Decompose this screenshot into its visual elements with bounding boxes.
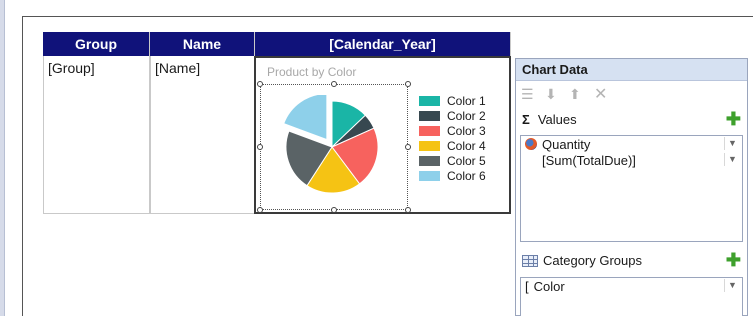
chart-cell[interactable]: Product by Color Color 1 Color 2 Color 3 Co… [254,56,511,214]
legend-label: Color 6 [447,168,486,183]
legend-swatch [419,125,440,136]
values-label: Values [537,112,577,127]
chevron-down-icon[interactable]: ▼ [724,137,740,150]
value-field-label: Quantity [542,136,591,152]
legend-label: Color 2 [447,108,486,123]
legend-swatch [419,155,440,166]
column-header-calendar-year[interactable]: [Calendar_Year] [255,32,511,56]
legend-item: Color 2 [419,108,486,123]
legend-swatch [419,110,440,121]
legend-swatch [419,95,440,106]
legend-label: Color 5 [447,153,486,168]
legend-item: Color 3 [419,123,486,138]
move-up-icon[interactable]: ⬆ [569,86,581,103]
group-bracket-icon: [ [525,278,529,294]
chart-title[interactable]: Product by Color [267,65,356,79]
legend-swatch [419,140,440,151]
move-down-icon[interactable]: ⬇ [545,86,557,103]
legend-item: Color 4 [419,138,486,153]
grid-icon [522,254,538,267]
resize-handle[interactable] [331,81,337,87]
value-expression-row[interactable]: [Sum(TotalDue)] ▼ [521,152,742,168]
column-header-group[interactable]: Group [43,32,150,56]
legend-label: Color 4 [447,138,486,153]
chart-legend[interactable]: Color 1 Color 2 Color 3 Color 4 Color 5 Color… [419,93,486,183]
legend-label: Color 3 [447,123,486,138]
values-list: Quantity ▼ [Sum(TotalDue)] ▼ [520,135,743,242]
category-groups-list: [ Color ▼ [520,277,743,316]
value-field-row[interactable]: Quantity ▼ [521,136,742,152]
legend-item: Color 5 [419,153,486,168]
add-category-icon[interactable]: ✚ [726,250,741,271]
pie-chart[interactable] [282,95,392,195]
panel-title: Chart Data [516,59,747,81]
cell-name[interactable]: [Name] [150,56,255,214]
category-group-row[interactable]: [ Color ▼ [521,278,742,294]
values-section-header: Σ Values [522,112,577,127]
resize-handle[interactable] [257,144,263,150]
chart-field-icon [525,138,537,150]
chevron-down-icon[interactable]: ▼ [724,279,740,292]
chevron-down-icon[interactable]: ▼ [724,153,740,166]
legend-item: Color 1 [419,93,486,108]
value-expression: [Sum(TotalDue)] [542,152,636,168]
panel-toolbar: ☰ ⬇ ⬆ ✕ [516,83,747,105]
cell-group[interactable]: [Group] [43,56,150,214]
chart-data-panel: Chart Data ☰ ⬇ ⬆ ✕ Σ Values ✚ Quantity ▼… [515,58,748,316]
category-groups-header: Category Groups [522,253,642,268]
resize-handle[interactable] [405,81,411,87]
resize-handle[interactable] [257,81,263,87]
resize-handle[interactable] [331,207,337,213]
resize-handle[interactable] [405,144,411,150]
resize-handle[interactable] [405,207,411,213]
legend-item: Color 6 [419,168,486,183]
add-value-icon[interactable]: ✚ [726,109,741,130]
category-group-label: Color [533,278,565,294]
delete-icon[interactable]: ✕ [594,84,607,104]
properties-icon[interactable]: ☰ [521,86,534,103]
legend-swatch [419,170,440,181]
legend-label: Color 1 [447,93,486,108]
category-groups-label: Category Groups [543,253,642,268]
resize-handle[interactable] [257,207,263,213]
column-header-name[interactable]: Name [150,32,255,56]
sigma-icon: Σ [522,112,530,127]
left-splitter [0,0,5,316]
